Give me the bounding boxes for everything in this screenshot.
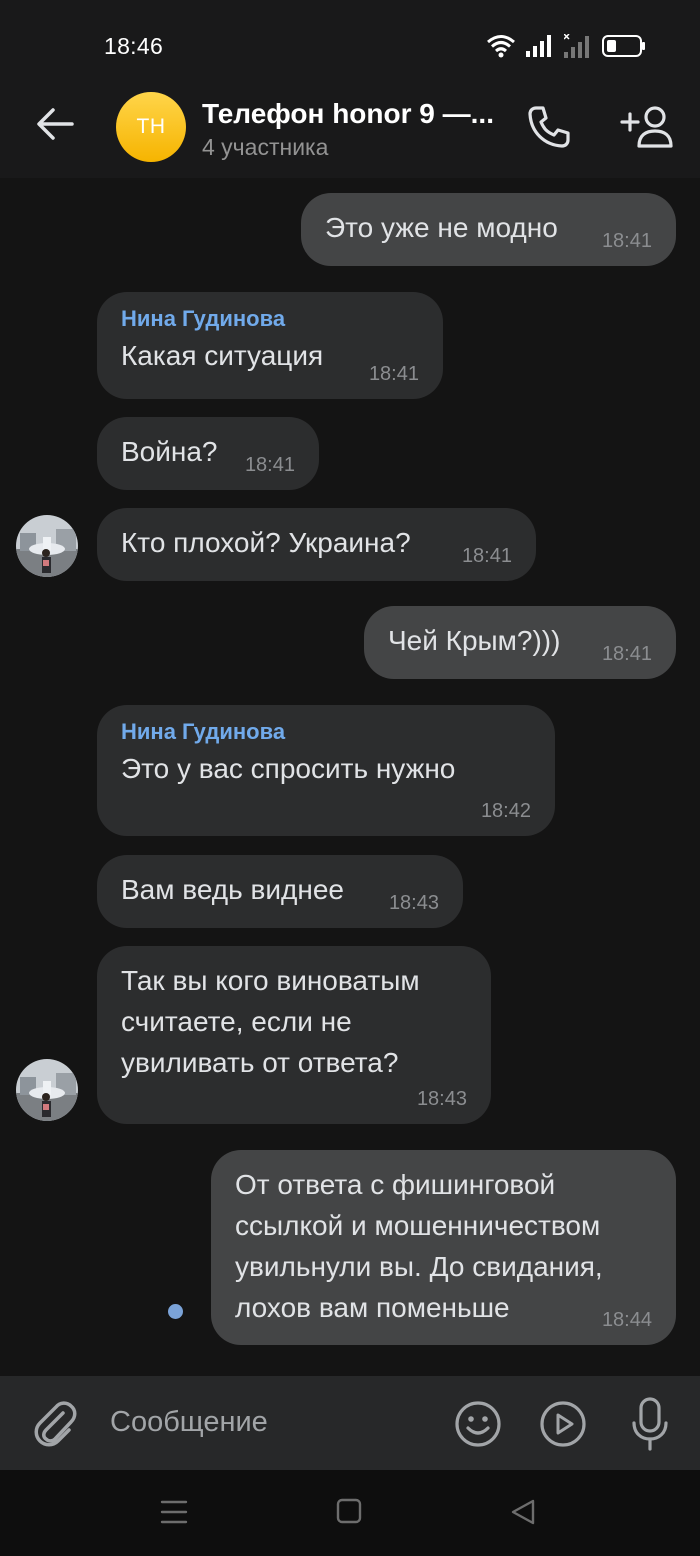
message-time: 18:43 xyxy=(416,1088,467,1110)
paperclip-icon xyxy=(34,1401,77,1447)
message-incoming[interactable]: Так вы кого виноватым считаете, если не … xyxy=(97,946,491,1124)
phone-icon xyxy=(528,106,570,148)
chat-header: TH Телефон honor 9 —... 4 участника xyxy=(0,82,700,178)
message-time: 18:42 xyxy=(480,800,531,822)
message-text: Так вы кого виноватым считаете, если не … xyxy=(121,965,420,1078)
message-incoming[interactable]: Кто плохой? Украина? 18:41 xyxy=(97,508,536,581)
home-icon[interactable] xyxy=(336,1498,362,1524)
sender-name[interactable]: Нина Гудинова xyxy=(121,306,419,332)
signal-2-icon xyxy=(564,34,589,58)
sender-avatar[interactable] xyxy=(16,515,78,577)
message-time: 18:44 xyxy=(601,1309,652,1331)
message-time: 18:41 xyxy=(601,230,652,252)
emoji-button[interactable] xyxy=(454,1400,502,1448)
message-text: Кто плохой? Украина? xyxy=(121,527,411,558)
message-composer xyxy=(0,1376,700,1470)
message-text: От ответа с фишинговой ссылкой и мошенни… xyxy=(235,1169,603,1323)
sender-avatar[interactable] xyxy=(16,1059,78,1121)
voice-message-button[interactable] xyxy=(626,1396,674,1452)
signal-icon xyxy=(526,35,551,57)
avatar-photo xyxy=(16,1059,78,1121)
back-triangle-icon[interactable] xyxy=(510,1498,536,1526)
avatar-photo xyxy=(16,515,78,577)
microphone-icon xyxy=(632,1397,668,1451)
wifi-icon xyxy=(487,35,515,58)
message-incoming[interactable]: Война? 18:41 xyxy=(97,417,319,490)
status-icons xyxy=(486,33,646,59)
attach-button[interactable] xyxy=(30,1398,80,1450)
play-circle-icon xyxy=(540,1401,586,1447)
message-outgoing[interactable]: Чей Крым?))) 18:41 xyxy=(364,606,676,679)
chat-subtitle: 4 участника xyxy=(202,134,329,160)
menu-icon[interactable] xyxy=(160,1498,188,1526)
message-incoming[interactable]: Вам ведь виднее 18:43 xyxy=(97,855,463,928)
video-message-button[interactable] xyxy=(539,1400,587,1448)
message-time: 18:43 xyxy=(388,892,439,914)
system-nav-bar xyxy=(0,1470,700,1556)
message-outgoing[interactable]: От ответа с фишинговой ссылкой и мошенни… xyxy=(211,1150,676,1345)
message-incoming[interactable]: Нина Гудинова Какая ситуация 18:41 xyxy=(97,292,443,399)
unread-indicator xyxy=(168,1304,183,1319)
chat-title[interactable]: Телефон honor 9 —... xyxy=(202,98,502,130)
arrow-left-icon xyxy=(37,108,74,140)
add-member-button[interactable] xyxy=(618,100,678,154)
message-incoming[interactable]: Нина Гудинова Это у вас спросить нужно 1… xyxy=(97,705,555,836)
message-outgoing[interactable]: Это уже не модно 18:41 xyxy=(301,193,676,266)
chat-avatar[interactable]: TH xyxy=(116,92,186,162)
message-time: 18:41 xyxy=(601,643,652,665)
battery-icon xyxy=(602,35,645,57)
message-time: 18:41 xyxy=(244,454,295,476)
message-text: Это у вас спросить нужно xyxy=(121,753,456,784)
call-button[interactable] xyxy=(522,100,576,154)
status-time: 18:46 xyxy=(104,33,164,59)
message-time: 18:41 xyxy=(368,363,419,385)
sender-name[interactable]: Нина Гудинова xyxy=(121,719,531,745)
message-input[interactable] xyxy=(110,1406,430,1439)
status-bar: 18:46 xyxy=(0,0,700,92)
add-user-icon xyxy=(620,106,673,148)
message-time: 18:41 xyxy=(461,545,512,567)
back-button[interactable] xyxy=(28,102,82,146)
smile-icon xyxy=(455,1401,501,1447)
